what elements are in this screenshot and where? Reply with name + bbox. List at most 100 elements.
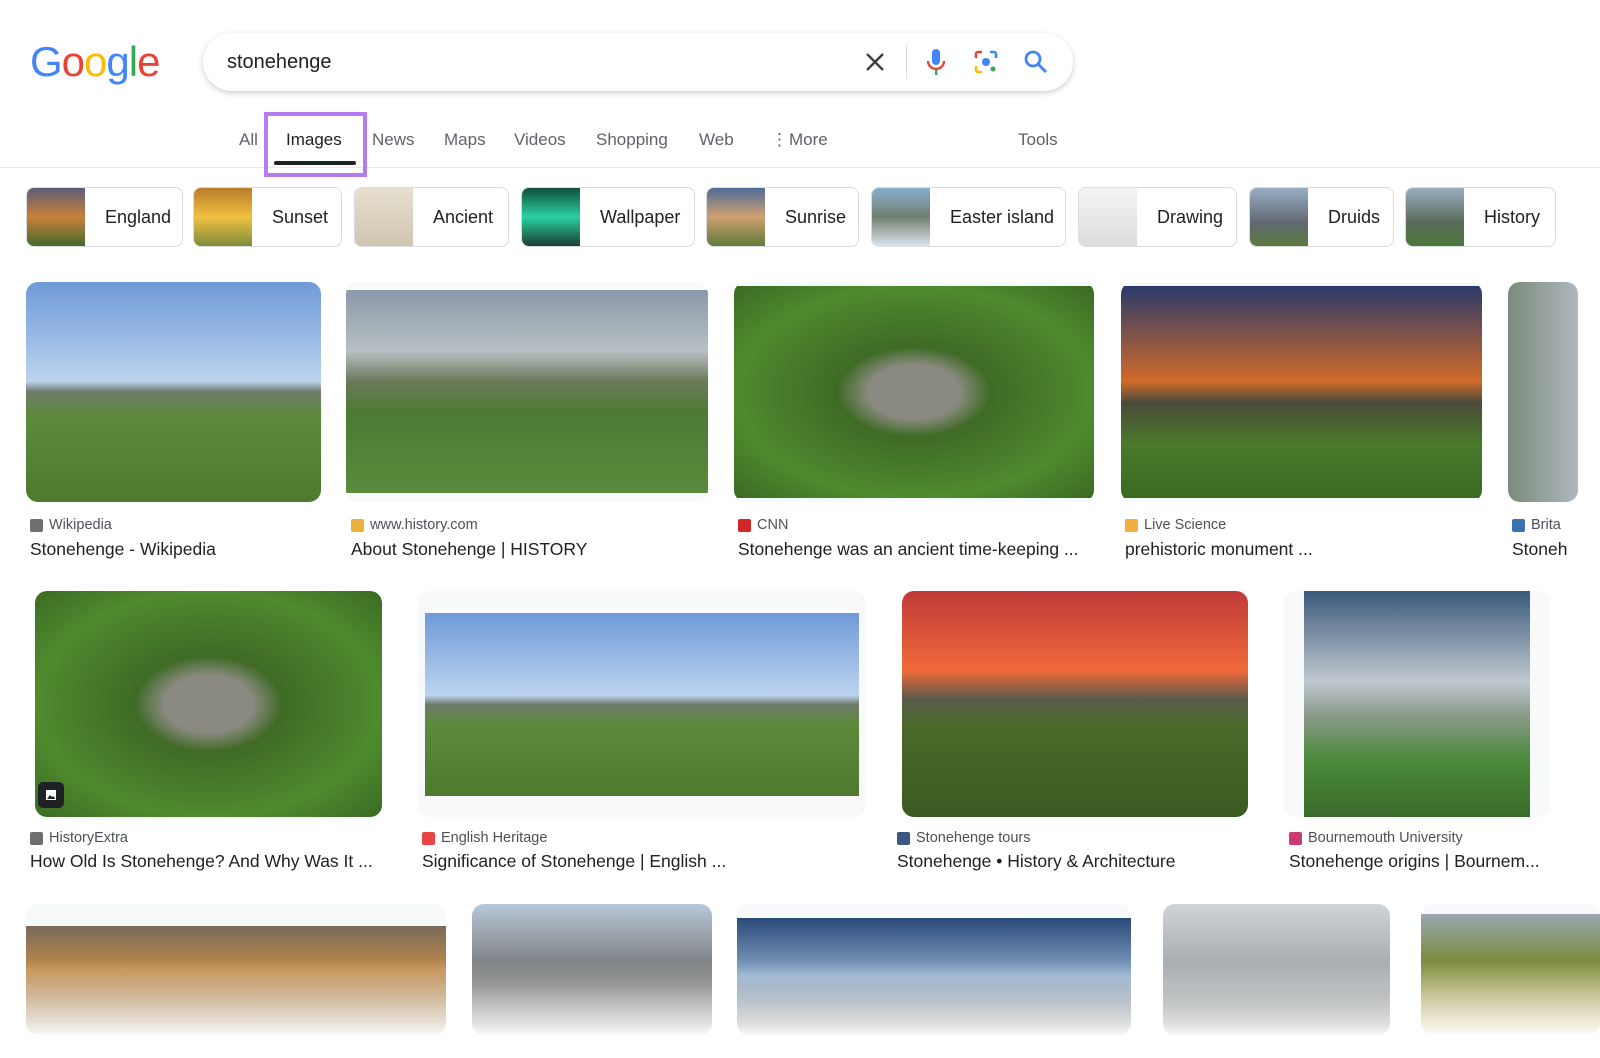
- source-name: Wikipedia: [49, 517, 112, 533]
- chip-label: Druids: [1328, 206, 1381, 227]
- google-logo[interactable]: Google: [30, 38, 160, 86]
- logo-letter: o: [84, 38, 107, 85]
- source-name: Brita: [1531, 517, 1561, 533]
- result-source[interactable]: www.history.com: [351, 517, 478, 533]
- chip-thumbnail: [194, 188, 252, 246]
- image-result[interactable]: [346, 282, 708, 502]
- result-image: [902, 591, 1248, 817]
- chip-history[interactable]: History: [1405, 187, 1556, 247]
- result-title[interactable]: Stonehenge - Wikipedia: [30, 539, 216, 560]
- chip-druids[interactable]: Druids: [1249, 187, 1394, 247]
- favicon-icon: [738, 518, 751, 532]
- logo-letter: o: [61, 38, 85, 85]
- more-icon[interactable]: ⋮: [771, 130, 788, 150]
- result-image: [1121, 286, 1482, 498]
- search-tabs: All Images News Maps Videos Shopping Web…: [0, 128, 1600, 168]
- search-box: [203, 33, 1073, 91]
- chip-label: Sunset: [272, 206, 329, 227]
- result-source[interactable]: English Heritage: [422, 830, 547, 846]
- result-title[interactable]: How Old Is Stonehenge? And Why Was It ..…: [30, 851, 373, 872]
- favicon-icon: [1125, 518, 1138, 532]
- chip-label: History: [1484, 206, 1541, 227]
- close-icon[interactable]: [861, 48, 889, 76]
- logo-letter: e: [137, 38, 160, 85]
- favicon-icon: [30, 831, 43, 845]
- favicon-icon: [30, 518, 43, 532]
- chip-thumbnail: [1079, 188, 1137, 246]
- source-name: Live Science: [1144, 517, 1227, 533]
- chip-thumbnail: [522, 188, 580, 246]
- image-result[interactable]: [26, 282, 321, 502]
- chip-sunset[interactable]: Sunset: [193, 187, 342, 247]
- image-result[interactable]: [902, 591, 1248, 817]
- result-image: [26, 282, 321, 502]
- bottom-fade: [0, 960, 1600, 1058]
- chip-easter-island[interactable]: Easter island: [871, 187, 1066, 247]
- image-result[interactable]: [1508, 282, 1578, 502]
- result-image: [35, 591, 382, 817]
- images-tab-highlight: [264, 112, 367, 177]
- microphone-icon[interactable]: [922, 48, 950, 76]
- result-image: [734, 286, 1094, 498]
- result-image: [425, 613, 859, 796]
- chip-england[interactable]: England: [26, 187, 183, 247]
- chip-thumbnail: [1250, 188, 1308, 246]
- tools-button[interactable]: Tools: [1018, 130, 1058, 150]
- chip-drawing[interactable]: Drawing: [1078, 187, 1237, 247]
- result-source[interactable]: Brita: [1512, 517, 1561, 533]
- tab-more[interactable]: More: [789, 130, 828, 150]
- image-result[interactable]: [418, 591, 866, 817]
- favicon-icon: [351, 518, 364, 532]
- favicon-icon: [1512, 518, 1525, 532]
- result-title[interactable]: Stonehenge was an ancient time-keeping .…: [738, 539, 1079, 560]
- favicon-icon: [422, 831, 435, 845]
- result-image: [1304, 591, 1530, 817]
- favicon-icon: [897, 831, 910, 845]
- result-source[interactable]: Live Science: [1125, 517, 1226, 533]
- image-result[interactable]: [1284, 591, 1550, 817]
- result-image: [346, 290, 708, 493]
- chip-ancient[interactable]: Ancient: [354, 187, 509, 247]
- result-title[interactable]: Significance of Stonehenge | English ...: [422, 851, 726, 872]
- tab-news[interactable]: News: [372, 130, 415, 150]
- tab-shopping[interactable]: Shopping: [596, 130, 668, 150]
- source-name: Bournemouth University: [1308, 830, 1463, 846]
- search-input[interactable]: [227, 47, 827, 77]
- result-source[interactable]: Bournemouth University: [1289, 830, 1463, 846]
- result-source[interactable]: Stonehenge tours: [897, 830, 1030, 846]
- tab-videos[interactable]: Videos: [514, 130, 566, 150]
- chip-label: Easter island: [950, 206, 1055, 227]
- result-source[interactable]: Wikipedia: [30, 517, 112, 533]
- divider: [906, 45, 907, 79]
- source-name: Stonehenge tours: [916, 830, 1031, 846]
- image-result[interactable]: [1121, 282, 1482, 502]
- tab-all[interactable]: All: [239, 130, 258, 150]
- chip-wallpaper[interactable]: Wallpaper: [521, 187, 695, 247]
- chip-label: England: [105, 206, 172, 227]
- result-source[interactable]: CNN: [738, 517, 788, 533]
- result-source[interactable]: HistoryExtra: [30, 830, 128, 846]
- image-result[interactable]: [35, 591, 382, 817]
- source-name: CNN: [757, 517, 789, 533]
- tab-web[interactable]: Web: [699, 130, 734, 150]
- image-result[interactable]: [734, 282, 1094, 502]
- chip-thumbnail: [707, 188, 765, 246]
- chip-label: Sunrise: [785, 206, 847, 227]
- logo-letter: l: [128, 38, 138, 85]
- search-icon[interactable]: [1022, 48, 1050, 76]
- tab-maps[interactable]: Maps: [444, 130, 486, 150]
- chip-thumbnail: [355, 188, 413, 246]
- result-image: [1508, 282, 1578, 502]
- source-name: HistoryExtra: [49, 830, 128, 846]
- result-title[interactable]: prehistoric monument ...: [1125, 539, 1313, 560]
- image-icon: [38, 782, 64, 808]
- chip-label: Ancient: [433, 206, 494, 227]
- chip-sunrise[interactable]: Sunrise: [706, 187, 859, 247]
- result-title[interactable]: Stonehenge • History & Architecture: [897, 851, 1176, 872]
- favicon-icon: [1289, 831, 1302, 845]
- result-title[interactable]: Stoneh: [1512, 539, 1567, 560]
- result-title[interactable]: About Stonehenge | HISTORY: [351, 539, 587, 560]
- result-title[interactable]: Stonehenge origins | Bournem...: [1289, 851, 1540, 872]
- lens-icon[interactable]: [972, 48, 1000, 76]
- logo-letter: g: [106, 38, 129, 85]
